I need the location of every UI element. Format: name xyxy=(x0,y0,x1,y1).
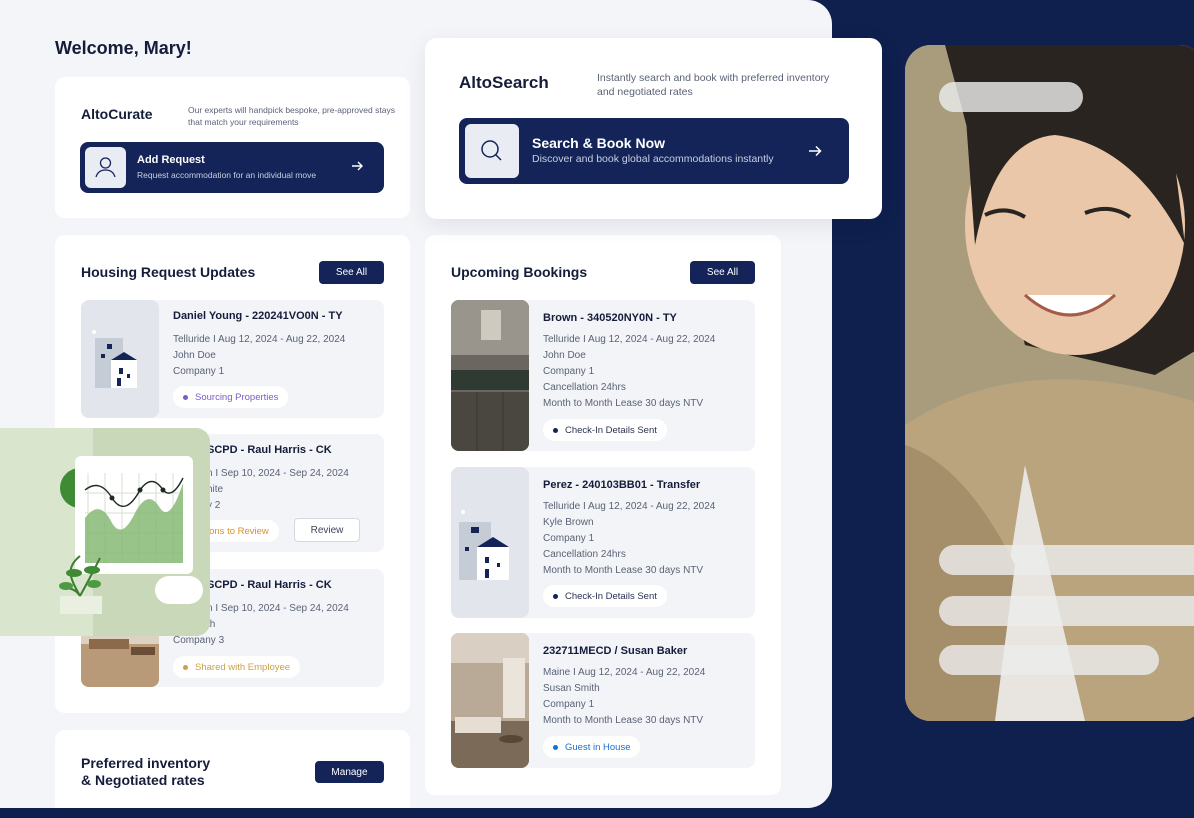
list-item[interactable]: Perez - 240103BB01 - Transfer Telluride … xyxy=(451,467,755,618)
list-item[interactable]: Brown - 340520NY0N - TY Telluride I Aug … xyxy=(451,300,755,451)
preferred-title-line2: & Negotiated rates xyxy=(81,772,205,788)
add-request-title: Add Request xyxy=(137,154,205,166)
status-label: Check-In Details Sent xyxy=(565,590,657,602)
preferred-inventory-card: Preferred inventory & Negotiated rates M… xyxy=(55,730,410,808)
arrow-right-icon xyxy=(350,159,364,178)
item-lease: Month to Month Lease 30 days NTV xyxy=(543,715,704,726)
user-photo xyxy=(905,45,1194,721)
status-badge: Check-In Details Sent xyxy=(543,419,667,441)
item-cancellation: Cancellation 24hrs xyxy=(543,549,626,560)
item-person: John Doe xyxy=(173,350,216,361)
analytics-illustration xyxy=(0,428,210,636)
preferred-title-line1: Preferred inventory xyxy=(81,755,211,771)
item-dates: Maine I Aug 12, 2024 - Aug 22, 2024 xyxy=(543,667,706,678)
bookings-section-title: Upcoming Bookings xyxy=(451,264,588,280)
arrow-right-icon xyxy=(807,143,823,164)
review-button[interactable]: Review xyxy=(294,518,360,542)
preferred-title: Preferred inventory & Negotiated rates xyxy=(81,755,210,789)
item-company: Company 1 xyxy=(173,366,225,377)
status-badge: Guest in House xyxy=(543,736,641,758)
item-company: Company 1 xyxy=(543,533,595,544)
search-book-title: Search & Book Now xyxy=(532,135,666,151)
altocurate-description: Our experts will handpick bespoke, pre-a… xyxy=(188,105,395,127)
placeholder-bar xyxy=(939,82,1083,112)
status-dot xyxy=(553,427,558,433)
status-label: Guest in House xyxy=(565,741,631,753)
housing-see-all-button[interactable]: See All xyxy=(319,261,384,284)
search-book-button[interactable]: Search & Book Now Discover and book glob… xyxy=(459,118,849,184)
list-item[interactable]: 232711MECD / Susan Baker Maine I Aug 12,… xyxy=(451,633,755,768)
item-dates: n I Sep 10, 2024 - Sep 24, 2024 xyxy=(207,468,349,479)
placeholder-bar xyxy=(939,596,1194,626)
list-item[interactable]: Daniel Young - 220241VO0N - TY Telluride… xyxy=(81,300,384,418)
bookings-see-all-button[interactable]: See All xyxy=(690,261,755,284)
status-label: Sourcing Properties xyxy=(195,391,279,403)
item-title: Brown - 340520NY0N - TY xyxy=(543,312,677,324)
item-title: Daniel Young - 220241VO0N - TY xyxy=(173,310,343,322)
house-illustration xyxy=(81,300,159,418)
placeholder-bar xyxy=(939,645,1159,675)
item-lease: Month to Month Lease 30 days NTV xyxy=(543,398,704,409)
status-badge: Sourcing Properties xyxy=(173,386,289,408)
altocurate-brand: AltoCurate xyxy=(81,106,153,122)
kitchen-photo xyxy=(451,300,529,451)
status-label: Shared with Employee xyxy=(195,661,291,673)
status-dot xyxy=(183,664,188,670)
status-badge: Check-In Details Sent xyxy=(543,585,667,607)
item-company: Company 3 xyxy=(173,635,225,646)
item-company: Company 1 xyxy=(543,366,595,377)
status-label: ions to Review xyxy=(207,525,269,537)
item-title: 232711MECD / Susan Baker xyxy=(543,645,688,657)
status-dot xyxy=(553,593,558,599)
altosearch-brand: AltoSearch xyxy=(459,73,549,92)
item-person: Susan Smith xyxy=(543,683,600,694)
add-request-button[interactable]: Add Request Request accommodation for an… xyxy=(80,142,384,193)
item-title: Perez - 240103BB01 - Transfer xyxy=(543,479,701,491)
altosearch-description: Instantly search and book with preferred… xyxy=(597,72,830,98)
house-illustration xyxy=(451,467,529,618)
housing-section-title: Housing Request Updates xyxy=(81,264,256,280)
item-company: Company 1 xyxy=(543,699,595,710)
item-title: SCPD - Raul Harris - CK xyxy=(207,579,332,591)
search-icon xyxy=(465,124,519,178)
item-dates: n I Sep 10, 2024 - Sep 24, 2024 xyxy=(207,603,349,614)
status-badge: Shared with Employee xyxy=(173,656,301,678)
status-dot xyxy=(553,744,558,750)
item-dates: Telluride I Aug 12, 2024 - Aug 22, 2024 xyxy=(173,334,346,345)
status-dot xyxy=(183,394,188,400)
manage-button[interactable]: Manage xyxy=(315,761,384,783)
altocurate-card: AltoCurate Our experts will handpick bes… xyxy=(55,77,410,218)
living-room-photo xyxy=(451,633,529,768)
upcoming-bookings-card: Upcoming Bookings See All Brown - 340520… xyxy=(425,235,781,795)
item-person: John Doe xyxy=(543,350,586,361)
item-person: Kyle Brown xyxy=(543,517,594,528)
item-lease: Month to Month Lease 30 days NTV xyxy=(543,565,704,576)
item-cancellation: Cancellation 24hrs xyxy=(543,382,626,393)
add-request-subtitle: Request accommodation for an individual … xyxy=(137,170,317,180)
item-dates: Telluride I Aug 12, 2024 - Aug 22, 2024 xyxy=(543,501,716,512)
status-label: Check-In Details Sent xyxy=(565,424,657,436)
chart-illustration-icon xyxy=(59,456,203,614)
item-dates: Telluride I Aug 12, 2024 - Aug 22, 2024 xyxy=(543,334,716,345)
altosearch-card: AltoSearch Instantly search and book wit… xyxy=(425,38,882,219)
placeholder-bar xyxy=(939,545,1194,575)
search-book-subtitle: Discover and book global accommodations … xyxy=(532,153,774,165)
item-title: SCPD - Raul Harris - CK xyxy=(207,444,332,456)
user-icon xyxy=(85,147,126,188)
page-title: Welcome, Mary! xyxy=(55,38,192,58)
